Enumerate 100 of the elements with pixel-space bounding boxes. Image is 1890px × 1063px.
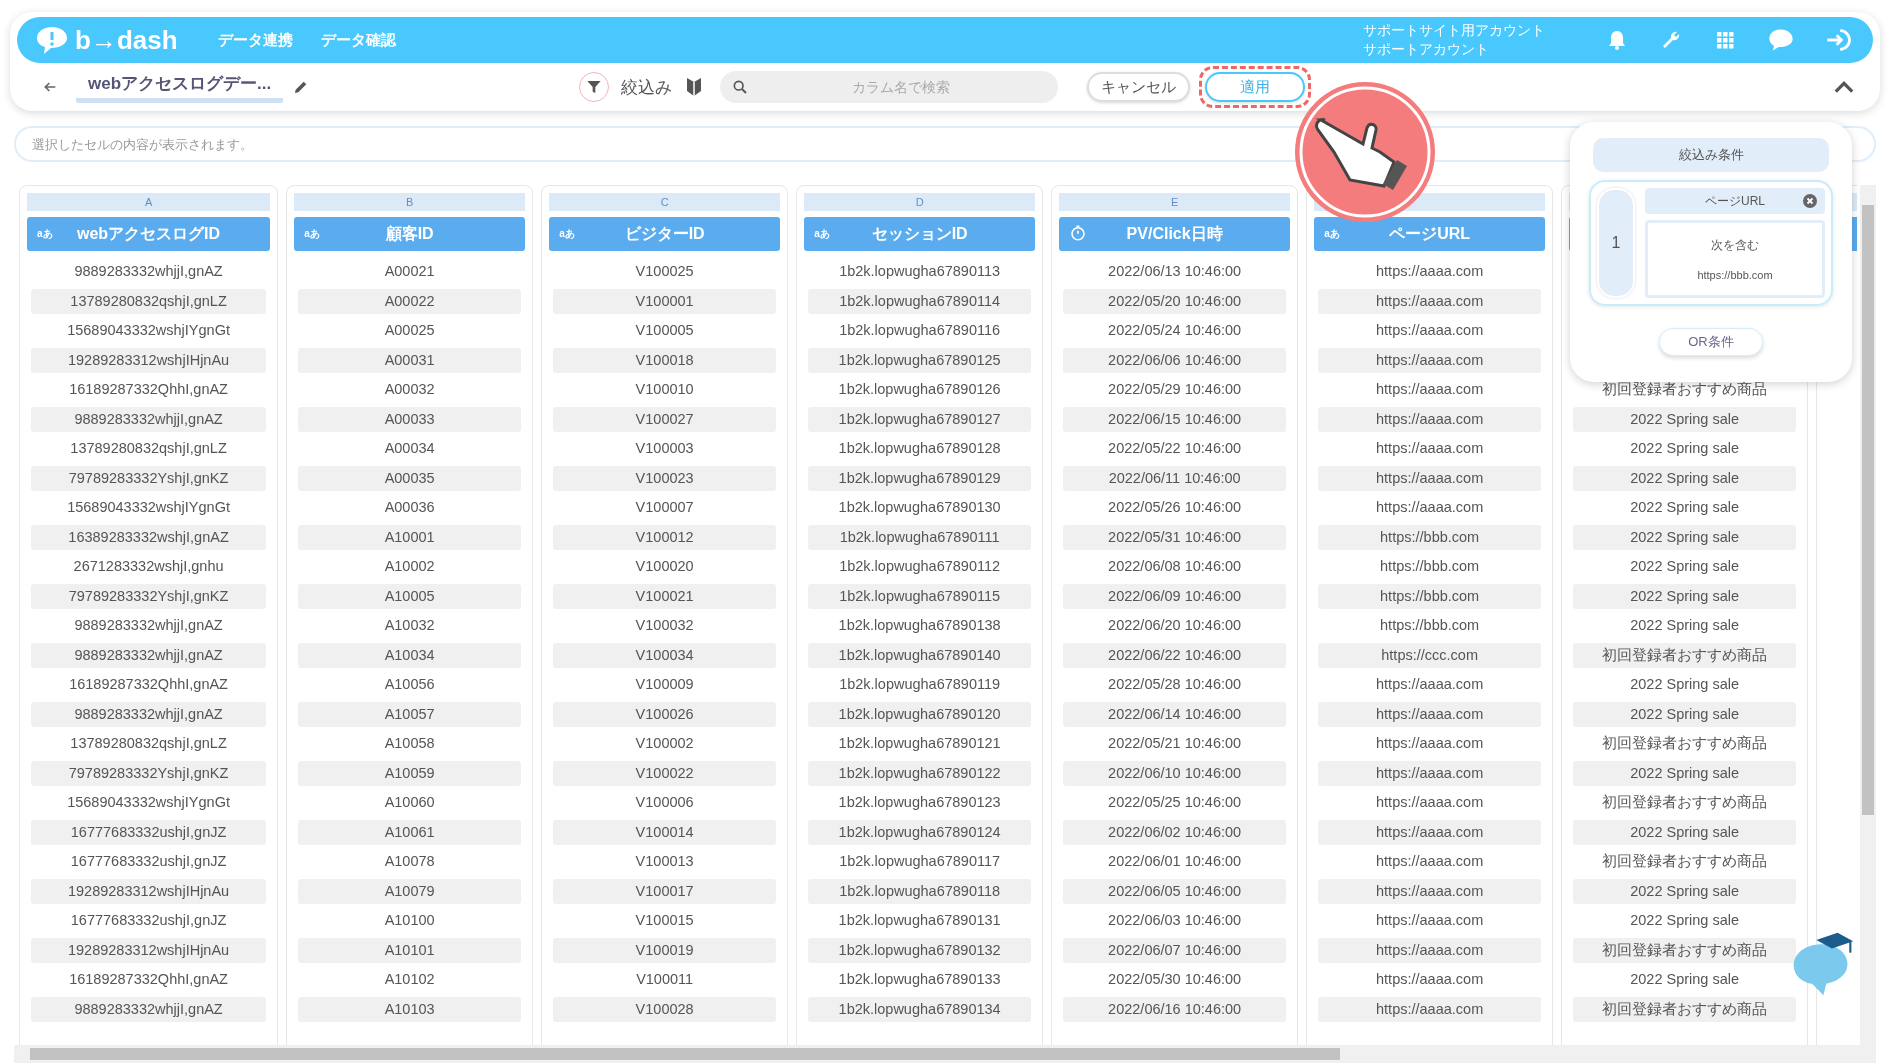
table-cell[interactable]: 初回登録者おすすめ商品 (1573, 996, 1797, 1022)
table-cell[interactable]: 1b2k.lopwugha67890132 (808, 937, 1032, 963)
table-cell[interactable]: V100021 (553, 583, 777, 609)
table-cell[interactable]: 2022/05/28 10:46:00 (1063, 672, 1287, 697)
table-cell[interactable]: V100022 (553, 760, 777, 786)
table-cell[interactable]: 1b2k.lopwugha67890129 (808, 465, 1032, 491)
table-cell[interactable]: A10078 (298, 849, 522, 874)
table-cell[interactable]: A00032 (298, 377, 522, 402)
table-cell[interactable]: V100019 (553, 937, 777, 963)
table-cell[interactable]: 2022 Spring sale (1573, 524, 1797, 550)
table-cell[interactable]: 2022 Spring sale (1573, 465, 1797, 491)
table-cell[interactable]: V100001 (553, 288, 777, 314)
table-cell[interactable]: 2022 Spring sale (1573, 878, 1797, 904)
table-cell[interactable]: 13789280832qshjI,gnLZ (31, 731, 267, 756)
table-cell[interactable]: https://ccc.com (1318, 642, 1542, 668)
table-cell[interactable]: V100010 (553, 377, 777, 402)
table-cell[interactable]: 2022/06/10 10:46:00 (1063, 760, 1287, 786)
table-cell[interactable]: A10002 (298, 554, 522, 579)
table-cell[interactable]: 2022 Spring sale (1573, 554, 1797, 579)
table-cell[interactable]: https://aaaa.com (1318, 465, 1542, 491)
vertical-scrollbar[interactable] (1860, 185, 1876, 1045)
table-cell[interactable]: 2022/06/06 10:46:00 (1063, 347, 1287, 373)
table-cell[interactable]: V100017 (553, 878, 777, 904)
table-cell[interactable]: 2022 Spring sale (1573, 760, 1797, 786)
table-cell[interactable]: 16189287332QhhI,gnAZ (31, 967, 267, 992)
condition-box[interactable]: 次を含む https://bbb.com (1645, 220, 1825, 298)
table-cell[interactable]: 1b2k.lopwugha67890138 (808, 613, 1032, 638)
table-cell[interactable]: A00031 (298, 347, 522, 373)
table-cell[interactable]: 1b2k.lopwugha67890114 (808, 288, 1032, 314)
table-cell[interactable]: V100025 (553, 259, 777, 284)
table-cell[interactable]: V100006 (553, 790, 777, 815)
table-cell[interactable]: 1b2k.lopwugha67890116 (808, 318, 1032, 343)
table-cell[interactable]: 1b2k.lopwugha67890119 (808, 672, 1032, 697)
table-cell[interactable]: 2022/05/26 10:46:00 (1063, 495, 1287, 520)
filter-label[interactable]: 絞込み (621, 75, 673, 99)
table-cell[interactable]: 1b2k.lopwugha67890126 (808, 377, 1032, 402)
chevron-up-icon[interactable] (1833, 79, 1855, 95)
table-cell[interactable]: https://aaaa.com (1318, 996, 1542, 1022)
table-cell[interactable]: A00034 (298, 436, 522, 461)
cancel-button[interactable]: キャンセル (1087, 72, 1191, 102)
dataset-title[interactable]: webアクセスログデー... (76, 71, 284, 103)
logout-icon[interactable] (1825, 26, 1853, 54)
table-cell[interactable]: 1b2k.lopwugha67890120 (808, 701, 1032, 727)
table-cell[interactable]: V100012 (553, 524, 777, 550)
table-cell[interactable]: 2022/06/01 10:46:00 (1063, 849, 1287, 874)
table-cell[interactable]: 9889283332whjjI,gnAZ (31, 996, 267, 1022)
table-cell[interactable]: https://aaaa.com (1318, 495, 1542, 520)
table-cell[interactable]: 15689043332wshjIYgnGt (31, 318, 267, 343)
table-cell[interactable]: 16389283332wshjI,gnAZ (31, 524, 267, 550)
table-cell[interactable]: https://aaaa.com (1318, 849, 1542, 874)
or-condition-button[interactable]: OR条件 (1659, 328, 1763, 356)
table-cell[interactable]: 19289283312wshjIHjnAu (31, 347, 267, 373)
table-cell[interactable]: 2022/06/16 10:46:00 (1063, 996, 1287, 1022)
table-cell[interactable]: 1b2k.lopwugha67890113 (808, 259, 1032, 284)
table-cell[interactable]: 1b2k.lopwugha67890117 (808, 849, 1032, 874)
table-cell[interactable]: V100002 (553, 731, 777, 756)
table-cell[interactable]: A10032 (298, 613, 522, 638)
table-cell[interactable]: 2022/06/09 10:46:00 (1063, 583, 1287, 609)
table-cell[interactable]: A10005 (298, 583, 522, 609)
table-cell[interactable]: https://aaaa.com (1318, 406, 1542, 432)
table-cell[interactable]: V100026 (553, 701, 777, 727)
table-cell[interactable]: 2022 Spring sale (1573, 583, 1797, 609)
table-cell[interactable]: 16777683332ushjI,gnJZ (31, 908, 267, 933)
table-cell[interactable]: 2022/05/31 10:46:00 (1063, 524, 1287, 550)
table-cell[interactable]: 初回登録者おすすめ商品 (1573, 937, 1797, 963)
table-cell[interactable]: 2022 Spring sale (1573, 672, 1797, 697)
table-cell[interactable]: 1b2k.lopwugha67890140 (808, 642, 1032, 668)
table-cell[interactable]: 2022/06/07 10:46:00 (1063, 937, 1287, 963)
table-cell[interactable]: https://aaaa.com (1318, 259, 1542, 284)
table-cell[interactable]: V100023 (553, 465, 777, 491)
table-cell[interactable]: https://aaaa.com (1318, 819, 1542, 845)
table-cell[interactable]: 2022 Spring sale (1573, 819, 1797, 845)
table-cell[interactable]: 2022 Spring sale (1573, 495, 1797, 520)
table-cell[interactable]: V100018 (553, 347, 777, 373)
table-cell[interactable]: https://aaaa.com (1318, 672, 1542, 697)
table-cell[interactable]: V100013 (553, 849, 777, 874)
table-cell[interactable]: 16777683332ushjI,gnJZ (31, 849, 267, 874)
table-cell[interactable]: 79789283332YshjI,gnKZ (31, 465, 267, 491)
table-cell[interactable]: 2022/06/03 10:46:00 (1063, 908, 1287, 933)
table-cell[interactable]: 9889283332whjjI,gnAZ (31, 613, 267, 638)
table-cell[interactable]: https://aaaa.com (1318, 908, 1542, 933)
table-cell[interactable]: A10059 (298, 760, 522, 786)
close-icon[interactable] (1803, 194, 1817, 208)
table-cell[interactable]: 初回登録者おすすめ商品 (1573, 642, 1797, 668)
table-cell[interactable]: https://aaaa.com (1318, 377, 1542, 402)
table-cell[interactable]: https://aaaa.com (1318, 937, 1542, 963)
table-cell[interactable]: A10057 (298, 701, 522, 727)
table-cell[interactable]: https://bbb.com (1318, 554, 1542, 579)
table-cell[interactable]: 13789280832qshjI,gnLZ (31, 436, 267, 461)
table-cell[interactable]: 2022/06/11 10:46:00 (1063, 465, 1287, 491)
table-cell[interactable]: A10061 (298, 819, 522, 845)
table-cell[interactable]: 2022/05/29 10:46:00 (1063, 377, 1287, 402)
table-cell[interactable]: 2022/06/02 10:46:00 (1063, 819, 1287, 845)
table-cell[interactable]: V100005 (553, 318, 777, 343)
table-cell[interactable]: V100032 (553, 613, 777, 638)
table-cell[interactable]: https://bbb.com (1318, 613, 1542, 638)
table-cell[interactable]: https://aaaa.com (1318, 760, 1542, 786)
table-cell[interactable]: V100009 (553, 672, 777, 697)
table-cell[interactable]: 2022/05/21 10:46:00 (1063, 731, 1287, 756)
table-cell[interactable]: 15689043332wshjIYgnGt (31, 495, 267, 520)
